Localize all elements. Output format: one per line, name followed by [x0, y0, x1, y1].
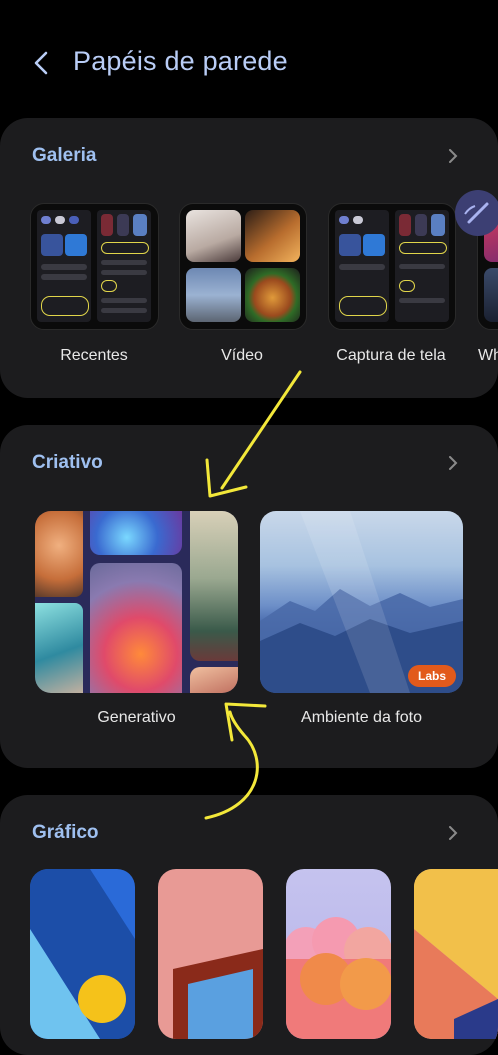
captura-de-tela-label: Captura de tela [336, 347, 446, 364]
clouds-image [286, 917, 391, 1039]
criativo-title: Criativo [32, 452, 103, 473]
pen-icon [464, 202, 489, 224]
recentes-thumbnail[interactable] [30, 203, 159, 330]
chevron-right-icon[interactable] [446, 456, 460, 470]
floating-edit-button[interactable] [455, 190, 498, 236]
video-label: Vídeo [221, 347, 263, 364]
chevron-right-icon[interactable] [446, 149, 460, 163]
generativo-label: Generativo [97, 709, 176, 726]
grafico-title: Gráfico [32, 822, 99, 843]
galeria-title: Galeria [32, 145, 97, 166]
labs-badge: Labs [408, 665, 456, 687]
pink-shapes-image [173, 949, 263, 1039]
grafico-wallpaper-2[interactable] [158, 869, 263, 1039]
blue-shapes-image [30, 869, 135, 1039]
grafico-wallpaper-1[interactable] [30, 869, 135, 1039]
ambiente-da-foto-label: Ambiente da foto [301, 709, 422, 726]
grafico-section: Gráfico [0, 795, 498, 1055]
page-title: Papéis de parede [73, 46, 288, 76]
geometric-image [414, 869, 498, 1039]
criativo-section: Criativo Generativo Labs Ambiente da fot… [0, 425, 498, 768]
recentes-label: Recentes [60, 347, 128, 364]
whatsapp-label: Wh [478, 347, 498, 364]
chevron-right-icon[interactable] [446, 826, 460, 840]
galeria-section: Galeria Recentes Vídeo Captura de tela W… [0, 118, 498, 398]
video-thumbnail[interactable] [179, 203, 307, 330]
grafico-wallpaper-3[interactable] [286, 869, 391, 1039]
grafico-wallpaper-4[interactable] [414, 869, 498, 1039]
ambiente-da-foto-thumbnail[interactable]: Labs [260, 511, 463, 693]
generativo-thumbnail[interactable] [35, 511, 238, 693]
top-app-bar: Papéis de parede [0, 0, 498, 118]
captura-de-tela-thumbnail[interactable] [328, 203, 456, 330]
back-arrow-icon[interactable] [28, 48, 58, 78]
